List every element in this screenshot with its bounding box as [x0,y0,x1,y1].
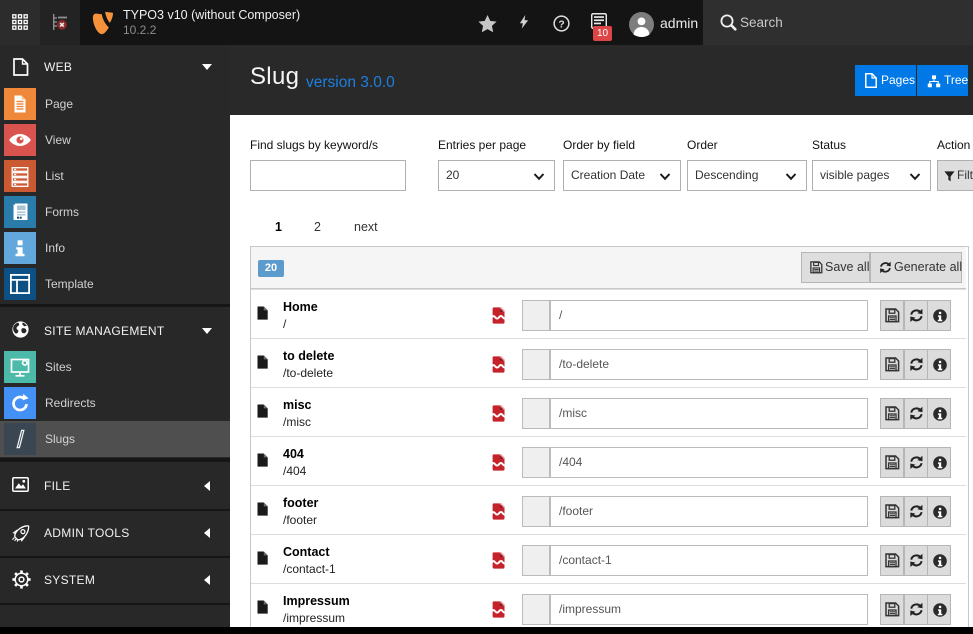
svg-text:?: ? [558,19,564,30]
